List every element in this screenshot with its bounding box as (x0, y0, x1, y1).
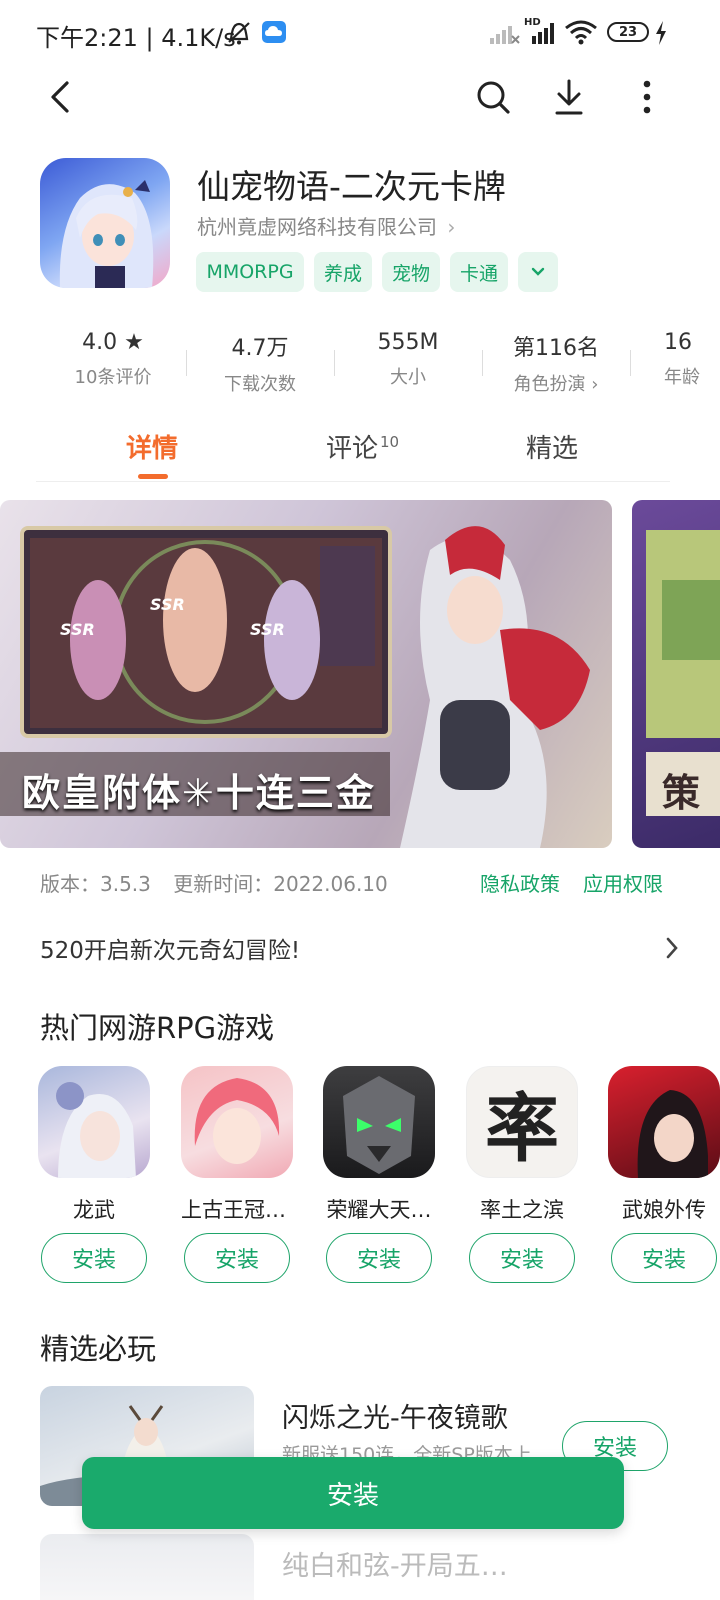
tab-details[interactable]: 详情 (126, 428, 178, 465)
ssr-label: SSR (150, 595, 185, 614)
app-icon (40, 158, 170, 288)
tags-expand-button[interactable] (518, 252, 558, 292)
more-options-button[interactable] (622, 72, 672, 122)
stat-rank[interactable]: 第116名 角色扮演 › (482, 330, 630, 396)
signal-1-icon (490, 26, 520, 44)
picks-section-title: 精选必玩 (40, 1332, 157, 1366)
update-time-label: 更新时间：2022.06.10 (173, 872, 388, 896)
mute-alarm-icon (228, 22, 250, 45)
pick-title-2[interactable]: 纯白和弦-开局五… (282, 1544, 508, 1583)
version-info: 版本：3.5.3 更新时间：2022.06.10 (40, 868, 388, 897)
stat-rating-value: 4.0 ★ (82, 330, 144, 355)
rec-item-name: 武娘外传 (622, 1198, 706, 1222)
install-button-lvtu[interactable]: 安装 (469, 1233, 575, 1283)
battery-indicator: 23 (607, 22, 649, 42)
stat-divider (630, 350, 631, 376)
developer-name: 杭州竟虚网络科技有限公司 (197, 215, 437, 239)
tab-reviews-label: 评论 (326, 434, 379, 464)
promo-text: 520开启新次元奇幻冒险! (40, 938, 301, 964)
search-button[interactable] (468, 72, 518, 122)
main-install-button[interactable]: 安装 (82, 1457, 624, 1529)
pick-title[interactable]: 闪烁之光-午夜镜歌 (282, 1396, 508, 1435)
stat-downloads-label: 下载次数 (224, 374, 296, 395)
screenshot-2[interactable]: 策 (632, 500, 720, 848)
rec-item-lvtu[interactable]: 率 率土之滨 (466, 1066, 578, 1224)
rongyao-app-icon (323, 1066, 435, 1178)
wuniang-app-icon (608, 1066, 720, 1178)
install-button-shanggu[interactable]: 安装 (184, 1233, 290, 1283)
lvtu-icon-char: 率 (485, 1085, 559, 1172)
stat-downloads-value: 4.7万 (231, 336, 289, 361)
stat-age-value: 16 (664, 330, 692, 355)
tab-active-indicator (138, 474, 168, 479)
cloud-app-icon (262, 21, 286, 43)
chevron-down-icon (531, 267, 545, 276)
shanggu-app-icon (181, 1066, 293, 1178)
back-button[interactable] (36, 72, 86, 122)
longwu-app-icon (38, 1066, 150, 1178)
search-icon (477, 81, 510, 114)
tag-cartoon[interactable]: 卡通 (450, 252, 508, 292)
rec-item-name: 荣耀大天… (326, 1198, 432, 1222)
app-permissions-link[interactable]: 应用权限 (583, 868, 663, 897)
back-arrow-icon (51, 81, 69, 113)
tab-reviews-count: 10 (380, 433, 400, 452)
install-button-wuniang[interactable]: 安装 (611, 1233, 717, 1283)
tab-reviews[interactable]: 评论 10 (326, 428, 399, 465)
status-time-speed: 下午2:21 | 4.1K/s (36, 24, 236, 52)
stat-rank-label: 角色扮演 › (513, 374, 599, 395)
stat-rating[interactable]: 4.0 ★ 10条评价 (40, 330, 186, 389)
rec-item-longwu[interactable]: 龙武 (38, 1066, 150, 1224)
stat-age-label: 年龄 (664, 367, 700, 388)
rec-item-shanggu[interactable]: 上古王冠-… (181, 1066, 293, 1224)
developer-link[interactable]: 杭州竟虚网络科技有限公司 › (197, 211, 455, 240)
battery-level: 23 (618, 24, 638, 40)
hot-section-title: 热门网游RPG游戏 (40, 1011, 275, 1045)
tag-mmorpg[interactable]: MMORPG (196, 252, 304, 292)
download-button[interactable] (544, 72, 594, 122)
screenshot-2-text: 策 (662, 771, 701, 815)
developer-chevron-icon: › (447, 215, 456, 239)
privacy-policy-link[interactable]: 隐私政策 (480, 868, 560, 897)
wifi-icon (565, 20, 597, 45)
rec-item-name: 率土之滨 (480, 1198, 564, 1222)
stat-size: 555M 大小 (334, 330, 482, 389)
ssr-label: SSR (250, 620, 285, 639)
promo-row[interactable]: 520开启新次元奇幻冒险! (40, 928, 680, 968)
screenshot-1[interactable]: 欧皇附体✳十连三金 SSR SSR SSR (0, 500, 612, 848)
chevron-right-icon (666, 937, 678, 959)
app-title: 仙宠物语-二次元卡牌 (197, 167, 506, 206)
ssr-label: SSR (60, 620, 95, 639)
stat-downloads: 4.7万 下载次数 (186, 330, 334, 396)
more-vertical-icon (643, 80, 651, 114)
stat-rating-label: 10条评价 (74, 367, 152, 388)
stat-rank-value: 第116名 (513, 336, 599, 361)
install-button-rongyao[interactable]: 安装 (326, 1233, 432, 1283)
tab-featured[interactable]: 精选 (526, 428, 578, 465)
stat-size-value: 555M (377, 330, 439, 355)
lvtu-app-icon: 率 (466, 1066, 578, 1178)
install-button-longwu[interactable]: 安装 (41, 1233, 147, 1283)
rec-item-wuniang[interactable]: 武娘外传 (608, 1066, 720, 1224)
rec-item-name: 龙武 (73, 1198, 115, 1222)
rec-item-rongyao[interactable]: 荣耀大天… (323, 1066, 435, 1224)
stat-size-label: 大小 (390, 367, 426, 388)
rec-item-name: 上古王冠-… (181, 1198, 293, 1222)
tabs-divider (36, 481, 670, 482)
pick-thumbnail-2[interactable] (40, 1534, 254, 1600)
version-label: 版本：3.5.3 (40, 872, 151, 896)
tag-yangcheng[interactable]: 养成 (314, 252, 372, 292)
tag-pet[interactable]: 宠物 (382, 252, 440, 292)
signal-2-icon (532, 23, 554, 44)
screenshot-banner-text: 欧皇附体✳十连三金 (22, 771, 376, 815)
stat-age: 16 年龄 (664, 330, 720, 389)
charging-icon (656, 21, 666, 45)
download-icon (555, 79, 583, 115)
